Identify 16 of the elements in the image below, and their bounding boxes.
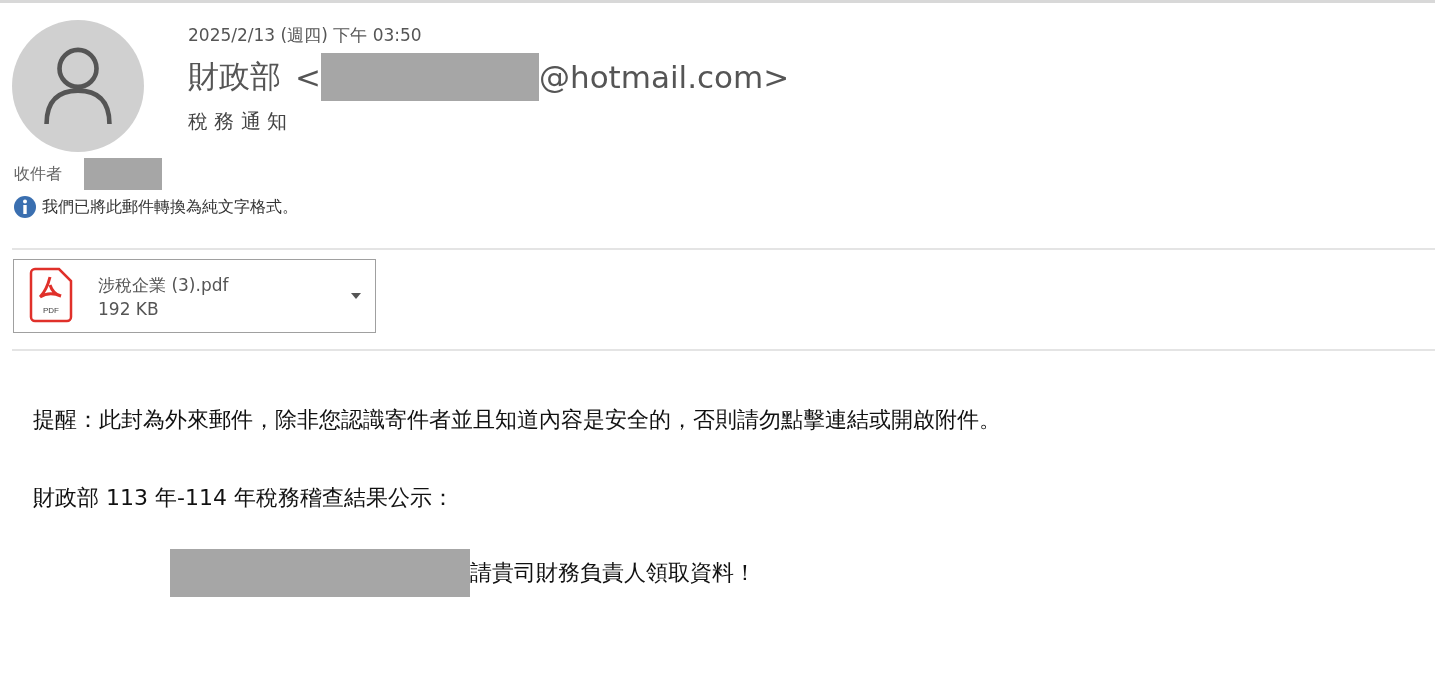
info-message: 我們已將此郵件轉換為純文字格式。 <box>42 196 298 218</box>
attachment-size: 192 KB <box>98 298 160 319</box>
body-paragraph: 提醒：此封為外來郵件，除非您認識寄件者並且知道內容是安全的，否則請勿點擊連結或開啟附件。 <box>33 406 1001 434</box>
pdf-file-icon: PDF <box>28 267 74 325</box>
email-subject: 稅 務 通 知 <box>188 108 289 135</box>
sent-date: 2025/2/13 (週四) 下午 03:50 <box>188 24 423 47</box>
info-icon <box>14 196 36 218</box>
attachment-card[interactable]: PDF 涉稅企業 (3).pdf 192 KB <box>13 259 376 333</box>
recipient-label: 收件者 <box>14 163 62 185</box>
sender-name: 財政部 <box>188 57 281 96</box>
body-paragraph: 請貴司財務負責人領取資料！ <box>470 559 756 587</box>
angle-bracket: < <box>295 59 321 95</box>
body-paragraph: 財政部 113 年-114 年稅務稽查結果公示： <box>33 484 454 512</box>
caret-icon[interactable] <box>351 293 361 299</box>
sender-email-domain: @hotmail.com> <box>539 59 790 95</box>
attachment-name: 涉稅企業 (3).pdf <box>98 273 230 297</box>
